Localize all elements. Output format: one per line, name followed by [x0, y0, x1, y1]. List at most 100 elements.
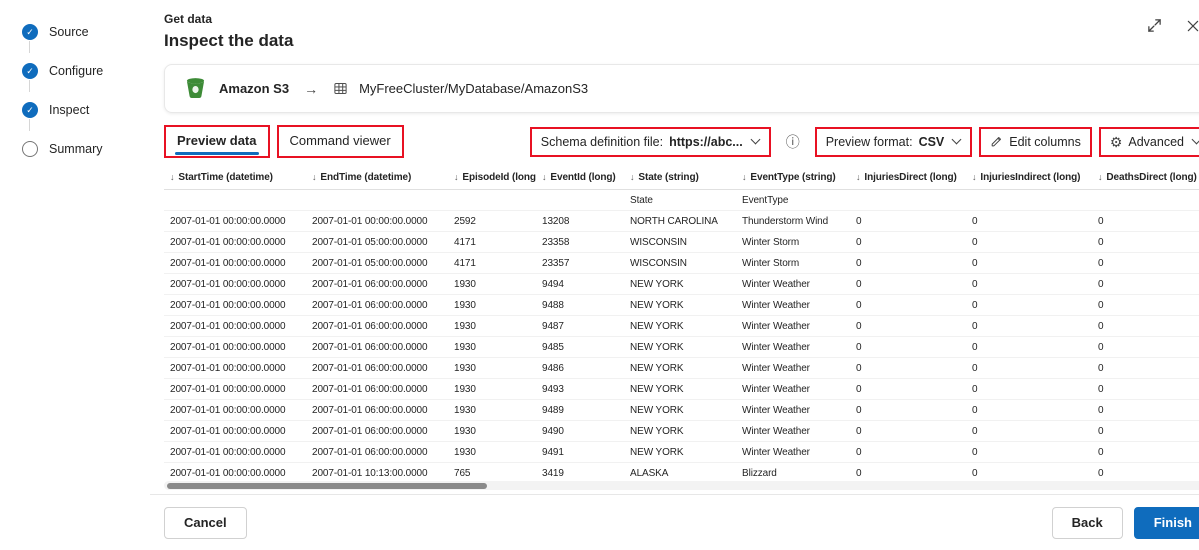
column-header-injuriesindirect[interactable]: ↓InjuriesIndirect (long) — [966, 166, 1092, 190]
table-cell: 0 — [1092, 211, 1199, 232]
cancel-button[interactable]: Cancel — [164, 507, 247, 539]
step-summary[interactable]: Summary — [22, 137, 150, 161]
table-cell: 2007-01-01 00:00:00.0000 — [164, 358, 306, 379]
advanced-dropdown[interactable]: ⚙ Advanced — [1101, 129, 1199, 155]
table-cell: 0 — [850, 442, 966, 463]
table-cell: 23358 — [536, 232, 624, 253]
column-header-eventtype[interactable]: ↓EventType (string) — [736, 166, 850, 190]
preview-format-dropdown[interactable]: Preview format: CSV — [817, 129, 971, 155]
info-icon[interactable]: ⓘ — [780, 134, 806, 150]
column-header-eventid[interactable]: ↓EventId (long) — [536, 166, 624, 190]
sort-arrow-icon: ↓ — [1098, 172, 1102, 182]
table-cell: Winter Weather — [736, 442, 850, 463]
step-complete-icon: ✓ — [22, 24, 38, 40]
sort-arrow-icon: ↓ — [170, 172, 174, 182]
table-cell: Winter Weather — [736, 400, 850, 421]
table-cell: 0 — [850, 337, 966, 358]
destination-path: MyFreeCluster/MyDatabase/AmazonS3 — [359, 81, 588, 96]
table-row: 2007-01-01 00:00:00.00002007-01-01 10:13… — [164, 463, 1199, 479]
table-cell — [306, 190, 448, 211]
table-cell: 2007-01-01 10:13:00.0000 — [306, 463, 448, 479]
table-cell: 9493 — [536, 379, 624, 400]
table-row: 2007-01-01 00:00:00.00002007-01-01 06:00… — [164, 295, 1199, 316]
horizontal-scrollbar[interactable] — [164, 481, 1199, 490]
table-cell: NEW YORK — [624, 337, 736, 358]
close-icon[interactable] — [1184, 16, 1199, 35]
column-label: EpisodeId (long) — [462, 172, 536, 183]
column-label: DeathsDirect (long) — [1106, 172, 1196, 183]
highlight-edit-columns: Edit columns — [979, 127, 1092, 157]
table-cell — [1092, 190, 1199, 211]
table-cell: 0 — [850, 400, 966, 421]
table-cell: NEW YORK — [624, 442, 736, 463]
step-source[interactable]: ✓ Source — [22, 20, 150, 44]
schema-definition-dropdown[interactable]: Schema definition file: https://abc... — [532, 129, 769, 155]
column-header-state[interactable]: ↓State (string) — [624, 166, 736, 190]
column-header-injuriesdirect[interactable]: ↓InjuriesDirect (long) — [850, 166, 966, 190]
schema-definition-label: Schema definition file: — [541, 135, 663, 149]
wizard-footer: Cancel Back Finish — [150, 494, 1199, 550]
table-cell: 0 — [966, 253, 1092, 274]
preview-format-label: Preview format: — [826, 135, 913, 149]
table-cell: 0 — [1092, 316, 1199, 337]
table-cell: EventType — [736, 190, 850, 211]
step-pending-icon — [22, 141, 38, 157]
tab-toolbar-row: Preview data Command viewer Schema defin… — [164, 125, 1199, 158]
tab-preview-data[interactable]: Preview data — [166, 127, 268, 156]
main-panel: Get data Inspect the data — [150, 0, 1199, 550]
table-cell: 0 — [850, 379, 966, 400]
table-row: 2007-01-01 00:00:00.00002007-01-01 05:00… — [164, 232, 1199, 253]
table-cell: 2007-01-01 00:00:00.0000 — [164, 442, 306, 463]
table-cell: Winter Weather — [736, 358, 850, 379]
table-cell: 2007-01-01 00:00:00.0000 — [306, 211, 448, 232]
wizard-dialog: ✓ Source ✓ Configure ✓ Inspect Summary G… — [0, 0, 1199, 550]
table-cell — [966, 190, 1092, 211]
table-cell: 1930 — [448, 379, 536, 400]
table-cell: 0 — [966, 274, 1092, 295]
table-cell: Winter Storm — [736, 232, 850, 253]
table-cell: NEW YORK — [624, 379, 736, 400]
finish-button[interactable]: Finish — [1134, 507, 1199, 539]
amazon-s3-icon — [183, 76, 208, 101]
table-cell — [850, 190, 966, 211]
table-cell: 0 — [1092, 358, 1199, 379]
table-cell: NEW YORK — [624, 295, 736, 316]
table-cell: 2007-01-01 00:00:00.0000 — [164, 463, 306, 479]
chevron-down-icon — [952, 135, 962, 145]
table-cell: 0 — [850, 211, 966, 232]
table-cell: 4171 — [448, 232, 536, 253]
column-header-endtime[interactable]: ↓EndTime (datetime) — [306, 166, 448, 190]
column-header-deathsdirect[interactable]: ↓ DeathsDirect (long) — [1092, 166, 1199, 190]
horizontal-scrollbar-thumb[interactable] — [167, 483, 487, 489]
expand-icon[interactable] — [1145, 16, 1164, 35]
sort-arrow-icon: ↓ — [856, 172, 860, 182]
data-preview-table-container: ↓ StartTime (datetime) ↓EndTime (datetime)… — [164, 166, 1199, 478]
table-cell: WISCONSIN — [624, 253, 736, 274]
table-cell: 0 — [966, 379, 1092, 400]
csv-first-record-row: StateEventType — [164, 190, 1199, 211]
source-name: Amazon S3 — [219, 81, 289, 96]
table-cell: NEW YORK — [624, 421, 736, 442]
table-cell: 0 — [850, 316, 966, 337]
column-header-starttime[interactable]: ↓ StartTime (datetime) — [164, 166, 306, 190]
column-label: StartTime (datetime) — [178, 172, 273, 183]
step-configure[interactable]: ✓ Configure — [22, 59, 150, 83]
tab-command-viewer[interactable]: Command viewer — [279, 127, 402, 156]
table-cell — [164, 190, 306, 211]
edit-columns-button[interactable]: Edit columns — [981, 129, 1090, 155]
table-row: 2007-01-01 00:00:00.00002007-01-01 06:00… — [164, 421, 1199, 442]
table-row: 2007-01-01 00:00:00.00002007-01-01 06:00… — [164, 316, 1199, 337]
table-cell: 2007-01-01 00:00:00.0000 — [164, 295, 306, 316]
data-preview-table: ↓ StartTime (datetime) ↓EndTime (datetime)… — [164, 166, 1199, 478]
column-header-episodeid[interactable]: ↓EpisodeId (long) — [448, 166, 536, 190]
back-button[interactable]: Back — [1052, 507, 1123, 539]
chevron-down-icon — [1192, 135, 1199, 145]
table-row: 2007-01-01 00:00:00.00002007-01-01 06:00… — [164, 337, 1199, 358]
step-inspect[interactable]: ✓ Inspect — [22, 98, 150, 122]
table-cell: 2007-01-01 00:00:00.0000 — [164, 211, 306, 232]
sort-arrow-icon: ↓ — [972, 172, 976, 182]
sort-arrow-icon: ↓ — [742, 172, 746, 182]
table-cell — [448, 190, 536, 211]
table-cell: 2007-01-01 00:00:00.0000 — [164, 400, 306, 421]
table-row: 2007-01-01 00:00:00.00002007-01-01 06:00… — [164, 400, 1199, 421]
